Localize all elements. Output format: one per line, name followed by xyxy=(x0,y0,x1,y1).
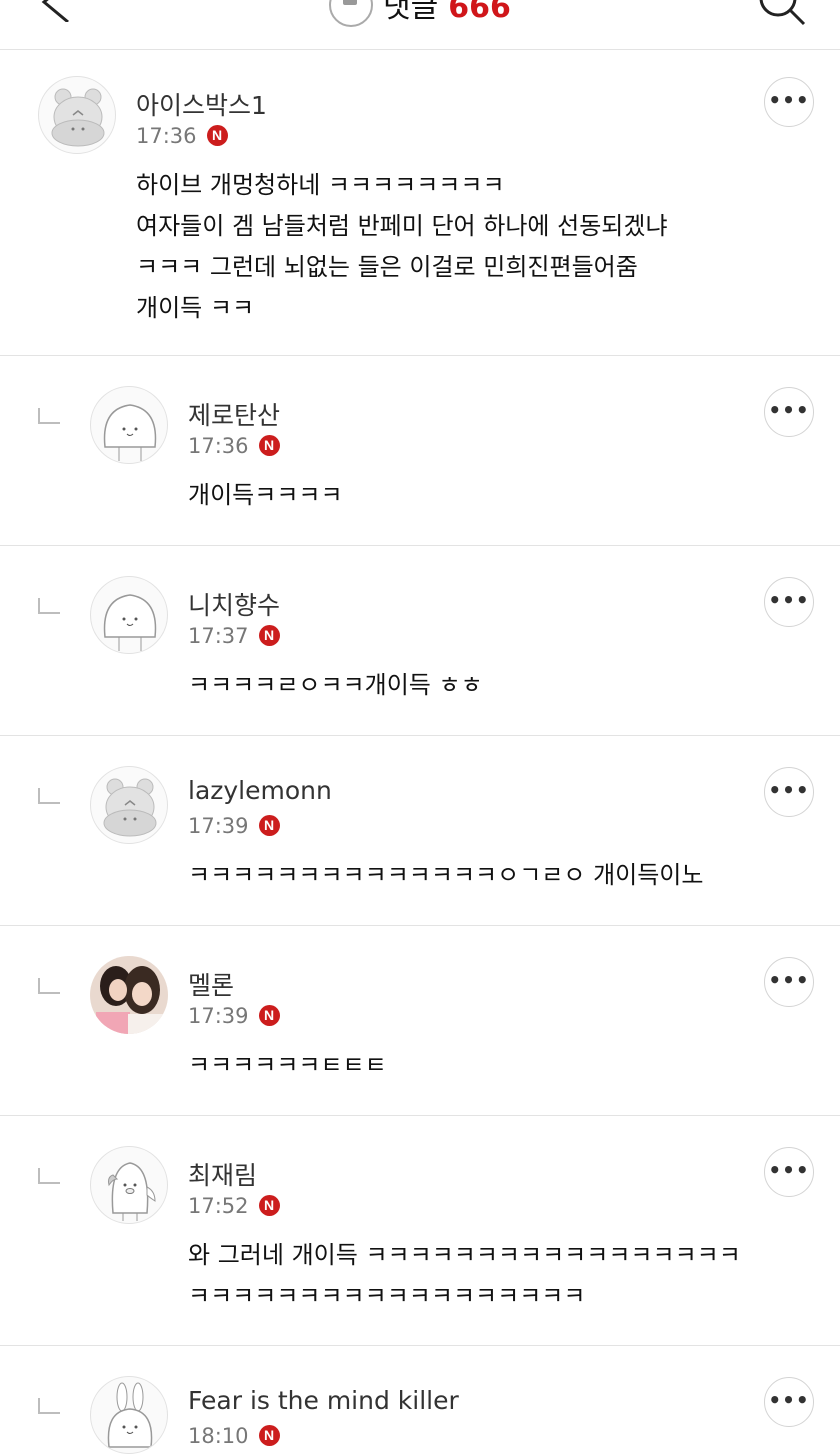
reply-arrow-icon xyxy=(38,598,60,614)
comment-count: 666 xyxy=(448,0,511,25)
comment-author[interactable]: lazylemonn xyxy=(188,776,332,805)
reply-item: 최재림 17:52 N 와 그러네 개이득 ㅋㅋㅋㅋㅋㅋㅋㅋㅋㅋㅋㅋㅋㅋㅋㅋㅋ ㅋ… xyxy=(0,1116,840,1346)
reply-item: 제로탄산 17:36 N 개이득ㅋㅋㅋㅋ ••• xyxy=(0,356,840,546)
comment-author[interactable]: 아이스박스1 xyxy=(136,86,267,122)
comment-meta: 17:36 N xyxy=(188,434,280,458)
comment-text: ㅋㅋㅋㅋㅋㅋㅌㅌㅌ xyxy=(188,1051,387,1079)
new-badge-icon: N xyxy=(258,434,280,456)
more-options-button[interactable]: ••• xyxy=(764,1377,814,1427)
reply-arrow-icon xyxy=(38,978,60,994)
comment-author[interactable]: 최재림 xyxy=(188,1156,257,1192)
comment-author[interactable]: 니치향수 xyxy=(188,586,280,622)
reply-arrow-icon xyxy=(38,1398,60,1414)
reply-arrow-icon xyxy=(38,788,60,804)
comment-item: 아이스박스1 17:36 N 하이브 개멍청하네 ㅋㅋㅋㅋㅋㅋㅋㅋ 여자들이 겜 … xyxy=(0,50,840,356)
new-badge-icon: N xyxy=(206,124,228,146)
comment-author[interactable]: 멜론 xyxy=(188,966,234,1002)
comment-text: 개이득ㅋㅋㅋㅋ xyxy=(188,481,343,509)
comment-author[interactable]: 제로탄산 xyxy=(188,396,280,432)
reply-item: 니치향수 17:37 N ㅋㅋㅋㅋㄹㅇㅋㅋ개이득 ㅎㅎ ••• xyxy=(0,546,840,736)
more-options-button[interactable]: ••• xyxy=(764,77,814,127)
comment-time: 17:36 xyxy=(188,434,249,458)
comment-meta: 17:39 N xyxy=(188,814,280,838)
header-title-group: 댓글 666 xyxy=(0,0,840,31)
comment-text: 하이브 개멍청하네 ㅋㅋㅋㅋㅋㅋㅋㅋ 여자들이 겜 남들처럼 반페미 단어 하나… xyxy=(136,171,668,322)
comment-text: ㅋㅋㅋㅋㄹㅇㅋㅋ개이득 ㅎㅎ xyxy=(188,671,483,699)
more-options-button[interactable]: ••• xyxy=(764,1147,814,1197)
new-badge-icon: N xyxy=(258,814,280,836)
new-badge-icon: N xyxy=(258,1004,280,1026)
more-options-button[interactable]: ••• xyxy=(764,387,814,437)
comment-time: 17:39 xyxy=(188,814,249,838)
reply-item: Fear is the mind killer 18:10 N ••• xyxy=(0,1346,840,1455)
penguin-avatar[interactable] xyxy=(90,1146,168,1224)
comment-text: 와 그러네 개이득 ㅋㅋㅋㅋㅋㅋㅋㅋㅋㅋㅋㅋㅋㅋㅋㅋㅋ ㅋㅋㅋㅋㅋㅋㅋㅋㅋㅋㅋㅋ… xyxy=(188,1241,741,1310)
comment-meta: 17:37 N xyxy=(188,624,280,648)
bunny-avatar[interactable] xyxy=(90,1376,168,1454)
reply-arrow-icon xyxy=(38,408,60,424)
comment-meta: 17:36 N xyxy=(136,124,228,148)
page-title: 댓글 xyxy=(383,0,439,25)
hippo-avatar[interactable] xyxy=(90,766,168,844)
comment-time: 18:10 xyxy=(188,1424,249,1448)
comment-meta: 18:10 N xyxy=(188,1424,280,1448)
photo-avatar[interactable] xyxy=(90,956,168,1034)
comment-time: 17:37 xyxy=(188,624,249,648)
hippo-avatar[interactable] xyxy=(38,76,116,154)
new-badge-icon: N xyxy=(258,1194,280,1216)
more-options-button[interactable]: ••• xyxy=(764,767,814,817)
comment-meta: 17:52 N xyxy=(188,1194,280,1218)
reply-arrow-icon xyxy=(38,1168,60,1184)
dumpling-avatar[interactable] xyxy=(90,576,168,654)
new-badge-icon: N xyxy=(258,1424,280,1446)
comment-time: 17:52 xyxy=(188,1194,249,1218)
more-options-button[interactable]: ••• xyxy=(764,577,814,627)
comment-author[interactable]: Fear is the mind killer xyxy=(188,1386,459,1415)
top-bar: 댓글 666 xyxy=(0,0,840,50)
reply-item: 멜론 17:39 N ㅋㅋㅋㅋㅋㅋㅌㅌㅌ ••• xyxy=(0,926,840,1116)
dumpling-avatar[interactable] xyxy=(90,386,168,464)
bell-icon[interactable] xyxy=(329,0,374,27)
more-options-button[interactable]: ••• xyxy=(764,957,814,1007)
search-icon[interactable] xyxy=(758,0,806,26)
comment-time: 17:36 xyxy=(136,124,197,148)
new-badge-icon: N xyxy=(258,624,280,646)
reply-item: lazylemonn 17:39 N ㅋㅋㅋㅋㅋㅋㅋㅋㅋㅋㅋㅋㅋㅋㅇㄱㄹㅇ 개이득… xyxy=(0,736,840,926)
comment-meta: 17:39 N xyxy=(188,1004,280,1028)
comment-text: ㅋㅋㅋㅋㅋㅋㅋㅋㅋㅋㅋㅋㅋㅋㅇㄱㄹㅇ 개이득이노 xyxy=(188,861,704,889)
comment-time: 17:39 xyxy=(188,1004,249,1028)
